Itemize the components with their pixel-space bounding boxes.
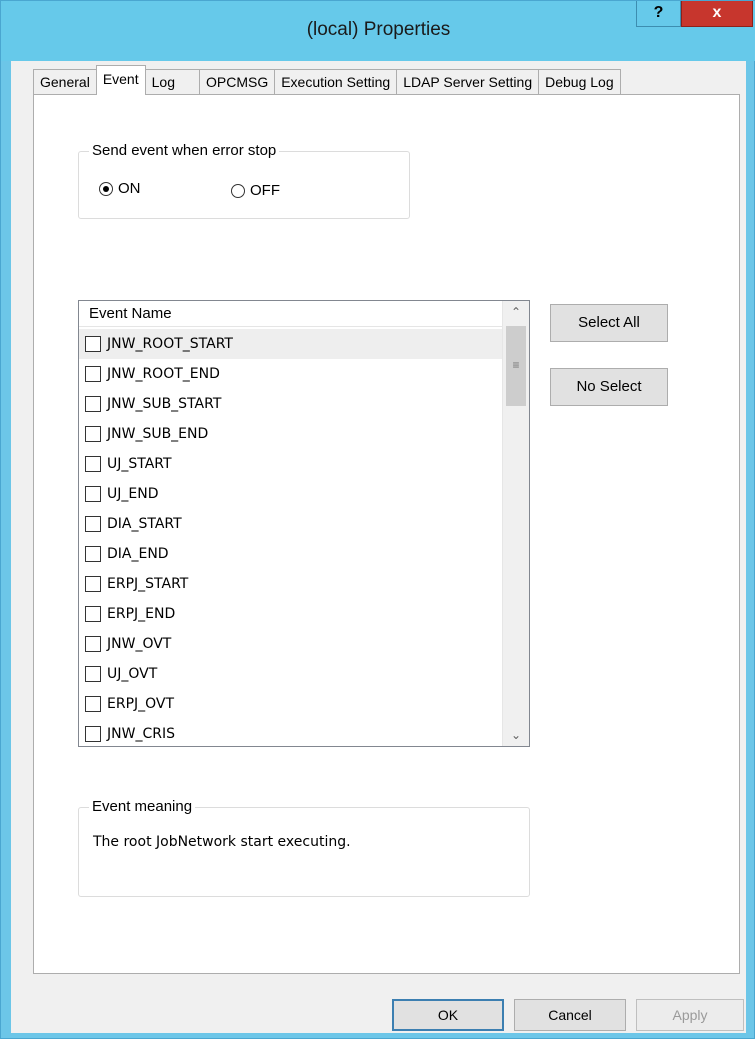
event-list[interactable]: Event Name JNW_ROOT_START JNW_ROOT_END J… [78,300,530,747]
event-name: UJ_START [107,456,172,472]
list-item[interactable]: UJ_END [79,479,502,509]
scroll-down-icon[interactable]: ⌄ [503,724,529,746]
tab-strip: General Event Log OPCMSG Execution Setti… [33,65,621,95]
event-name: JNW_OVT [107,636,172,652]
checkbox[interactable] [85,456,101,472]
checkbox[interactable] [85,396,101,412]
event-name: UJ_OVT [107,666,158,682]
event-name: ERPJ_END [107,606,176,622]
tab-debug-log[interactable]: Debug Log [538,69,621,95]
tab-log[interactable]: Log [144,69,200,95]
list-item[interactable]: JNW_CRIS [79,719,502,746]
event-list-rows: JNW_ROOT_START JNW_ROOT_END JNW_SUB_STAR… [79,329,502,746]
list-item[interactable]: ERPJ_END [79,599,502,629]
checkbox[interactable] [85,366,101,382]
checkbox[interactable] [85,336,101,352]
radio-off[interactable]: OFF [231,182,280,199]
tab-event[interactable]: Event [95,65,146,95]
dialog-client-area: General Event Log OPCMSG Execution Setti… [11,61,746,1033]
event-name: DIA_END [107,546,169,562]
checkbox[interactable] [85,546,101,562]
checkbox[interactable] [85,696,101,712]
checkbox[interactable] [85,426,101,442]
event-name-column-header[interactable]: Event Name [79,301,502,327]
list-item[interactable]: JNW_OVT [79,629,502,659]
list-item[interactable]: JNW_SUB_START [79,389,502,419]
radio-on[interactable]: ON [99,180,141,197]
send-event-legend: Send event when error stop [89,141,280,161]
event-name: JNW_CRIS [107,726,175,742]
select-all-button[interactable]: Select All [550,304,668,342]
event-meaning-text: The root JobNetwork start executing. [93,834,351,850]
list-item[interactable]: JNW_SUB_END [79,419,502,449]
event-tab-panel: Send event when error stop ON OFF Event … [33,94,740,974]
radio-off-indicator[interactable] [231,183,245,198]
radio-on-indicator[interactable] [99,181,113,196]
event-name: JNW_ROOT_START [107,336,233,352]
list-item[interactable]: ERPJ_START [79,569,502,599]
list-item[interactable]: ERPJ_OVT [79,689,502,719]
list-item[interactable]: DIA_START [79,509,502,539]
checkbox[interactable] [85,516,101,532]
event-name: ERPJ_START [107,576,189,592]
scroll-thumb[interactable]: ≡ [506,326,526,406]
close-button[interactable]: x [681,1,753,27]
cancel-button[interactable]: Cancel [514,999,626,1031]
title-bar[interactable]: (local) Properties ? x [1,1,755,61]
help-button[interactable]: ? [636,1,681,27]
event-name: JNW_SUB_END [107,426,209,442]
checkbox[interactable] [85,666,101,682]
event-name: ERPJ_OVT [107,696,175,712]
event-name: DIA_START [107,516,182,532]
event-meaning-groupbox: Event meaning The root JobNetwork start … [78,797,530,897]
vertical-scrollbar[interactable]: ⌃ ≡ ⌄ [502,301,529,746]
list-item[interactable]: JNW_ROOT_START [79,329,502,359]
list-item[interactable]: UJ_OVT [79,659,502,689]
send-event-groupbox: Send event when error stop ON OFF [78,141,410,219]
tab-ldap-server-setting[interactable]: LDAP Server Setting [396,69,540,95]
list-item[interactable]: UJ_START [79,449,502,479]
tab-opcmsg[interactable]: OPCMSG [198,69,276,95]
no-select-button[interactable]: No Select [550,368,668,406]
checkbox[interactable] [85,726,101,742]
event-name: UJ_END [107,486,159,502]
event-meaning-legend: Event meaning [89,797,196,817]
properties-window: (local) Properties ? x General Event Log… [0,0,755,1039]
ok-button[interactable]: OK [392,999,504,1031]
checkbox[interactable] [85,576,101,592]
tab-execution-setting[interactable]: Execution Setting [274,69,398,95]
radio-on-label: ON [118,180,141,197]
list-item[interactable]: JNW_ROOT_END [79,359,502,389]
apply-button[interactable]: Apply [636,999,744,1031]
tab-general[interactable]: General [33,69,97,95]
radio-off-label: OFF [250,182,280,199]
scroll-up-icon[interactable]: ⌃ [503,301,529,323]
list-item[interactable]: DIA_END [79,539,502,569]
event-name: JNW_ROOT_END [107,366,220,382]
checkbox[interactable] [85,606,101,622]
checkbox[interactable] [85,486,101,502]
event-name: JNW_SUB_START [107,396,222,412]
checkbox[interactable] [85,636,101,652]
